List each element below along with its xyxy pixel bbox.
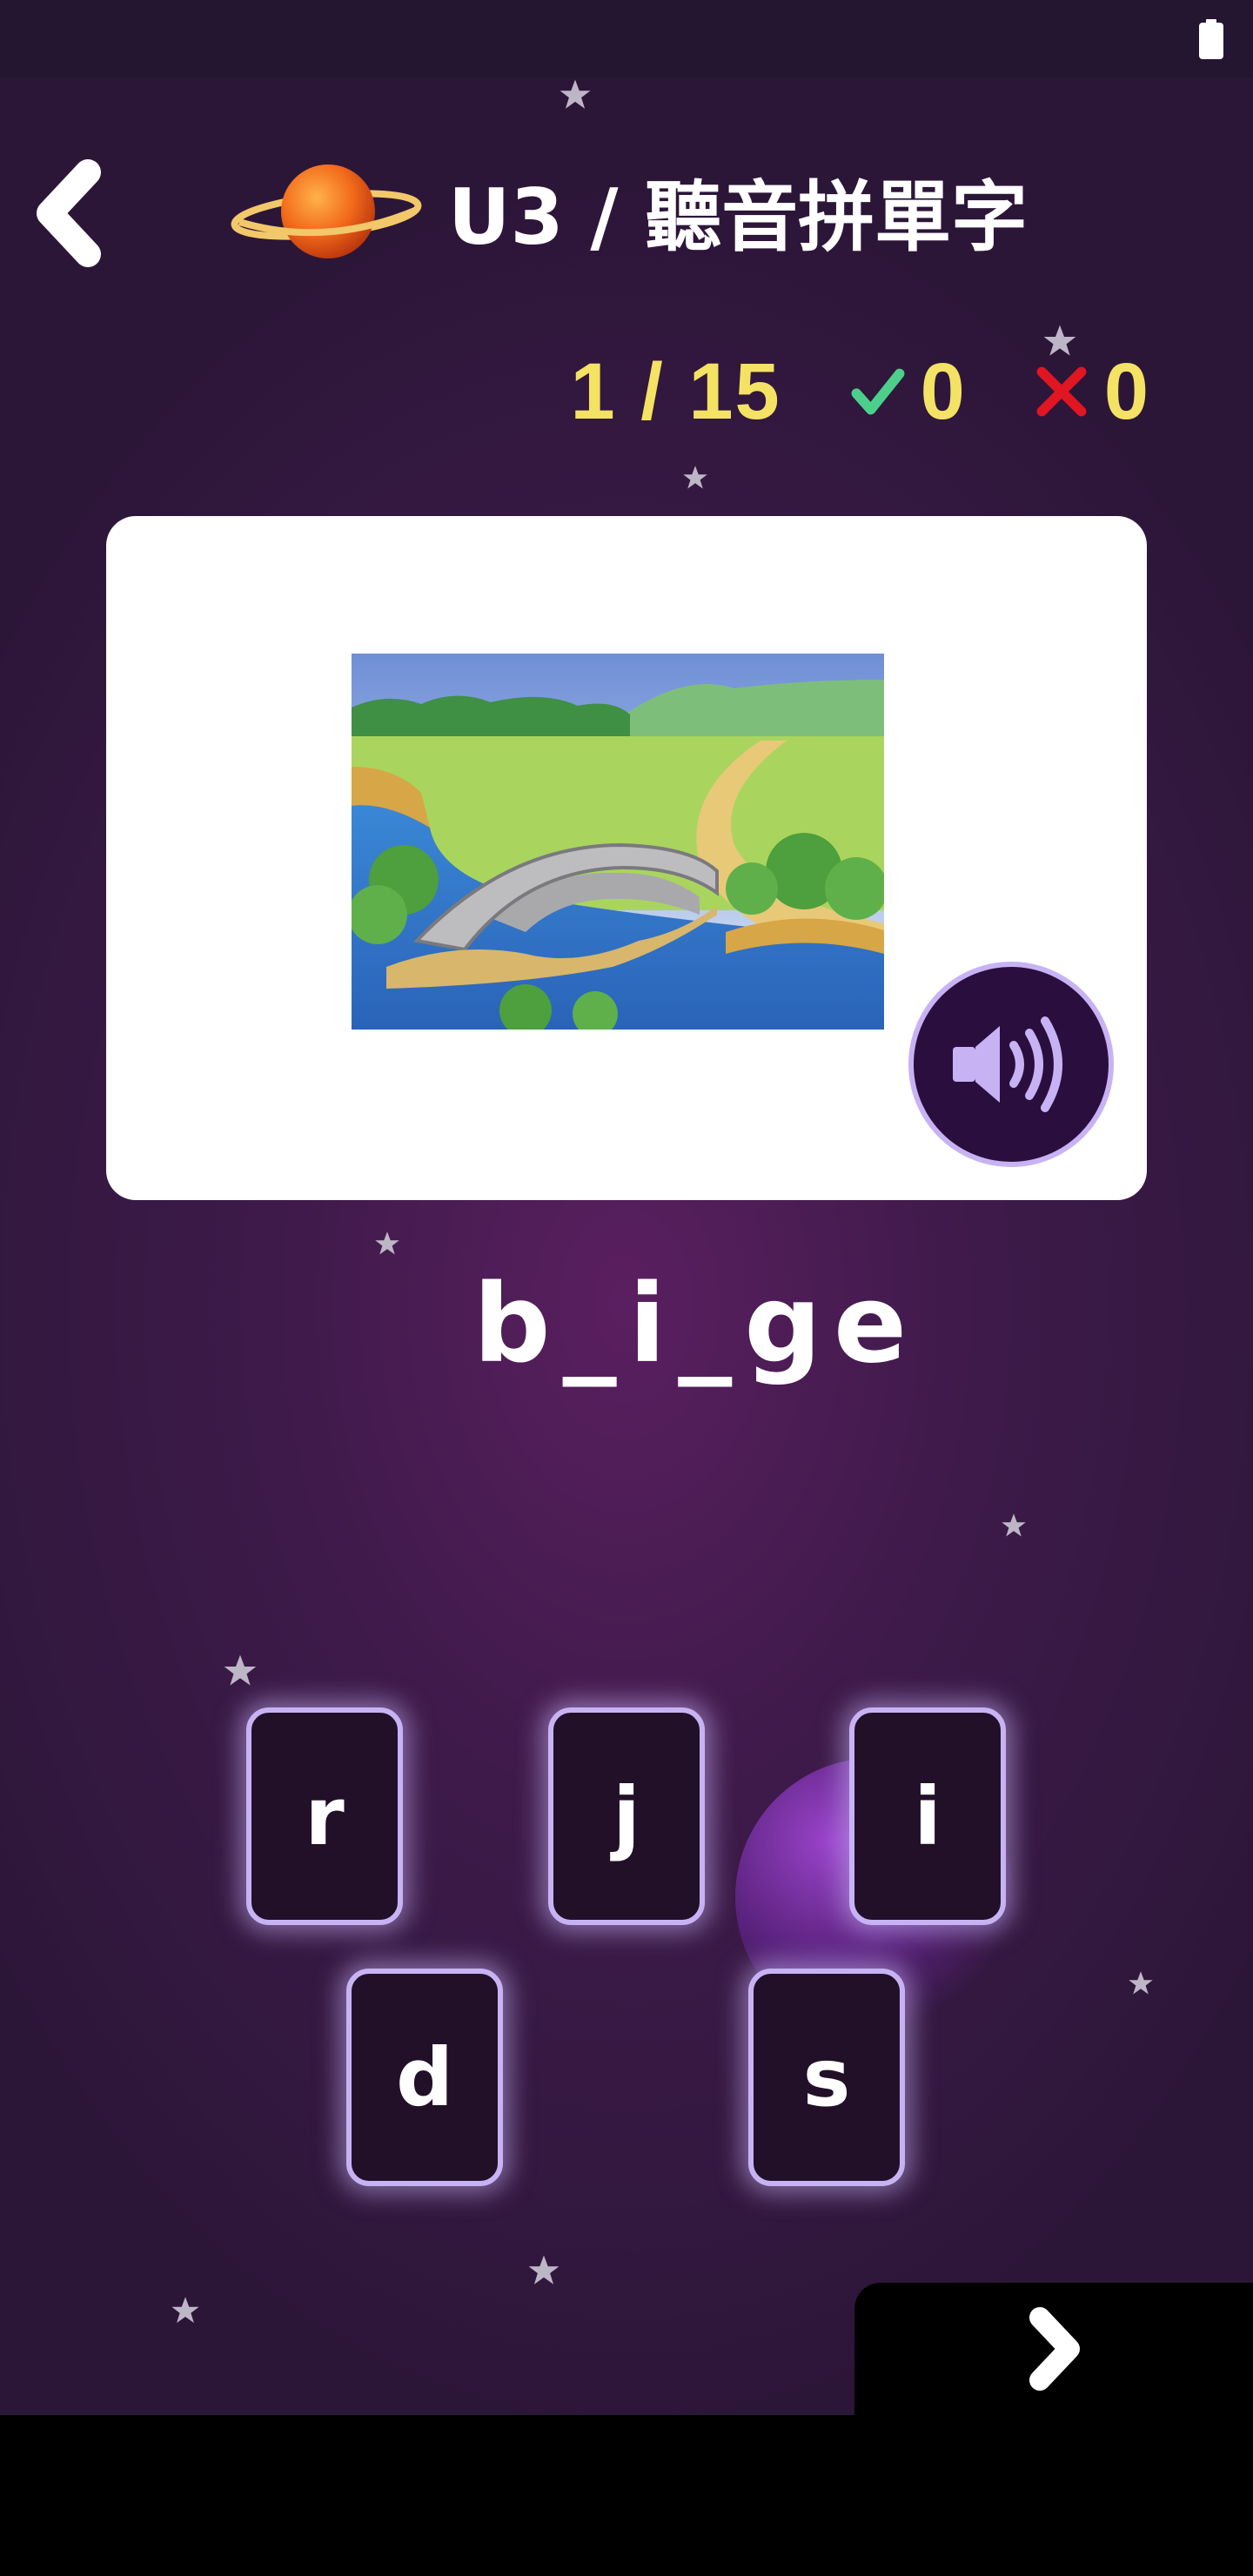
navigation-bar-area [0, 2415, 1253, 2576]
app-screen: U3 / 聽音拼單字 1 / 15 0 0 b_i_ge r j i d s [0, 0, 1253, 2415]
star-icon [1129, 1971, 1153, 1995]
chevron-left-icon [37, 159, 101, 267]
status-bar [0, 0, 1253, 78]
check-icon [851, 368, 905, 415]
letter-tile-d[interactable]: d [346, 1969, 503, 2186]
planet-icon [231, 164, 422, 258]
star-icon [171, 2297, 199, 2324]
spelling-word: b_i_ge [472, 1262, 920, 1387]
score-bar: 1 / 15 0 0 [570, 344, 1149, 439]
chevron-right-icon [1029, 2307, 1080, 2391]
speaker-icon [953, 1016, 1062, 1112]
star-icon [224, 1654, 257, 1686]
star-icon [559, 79, 591, 109]
back-button[interactable] [21, 148, 117, 278]
page-title: U3 / 聽音拼單字 [448, 172, 1029, 262]
bridge-over-river-illustration [352, 654, 884, 1030]
star-icon [683, 466, 707, 489]
question-card [106, 516, 1147, 1200]
letter-tile-s[interactable]: s [748, 1969, 905, 2186]
correct-count: 0 [920, 346, 965, 436]
star-icon [1002, 1513, 1026, 1537]
question-progress: 1 / 15 [570, 346, 781, 436]
battery-icon [1199, 19, 1223, 59]
cross-icon [1036, 366, 1087, 417]
letter-tile-i[interactable]: i [849, 1707, 1006, 1925]
letter-tile-r[interactable]: r [246, 1707, 403, 1925]
wrong-count: 0 [1103, 346, 1149, 436]
star-icon [375, 1231, 399, 1255]
next-button[interactable] [854, 2283, 1253, 2415]
play-sound-button[interactable] [908, 962, 1114, 1167]
letter-tile-j[interactable]: j [548, 1707, 705, 1925]
star-icon [528, 2255, 559, 2284]
